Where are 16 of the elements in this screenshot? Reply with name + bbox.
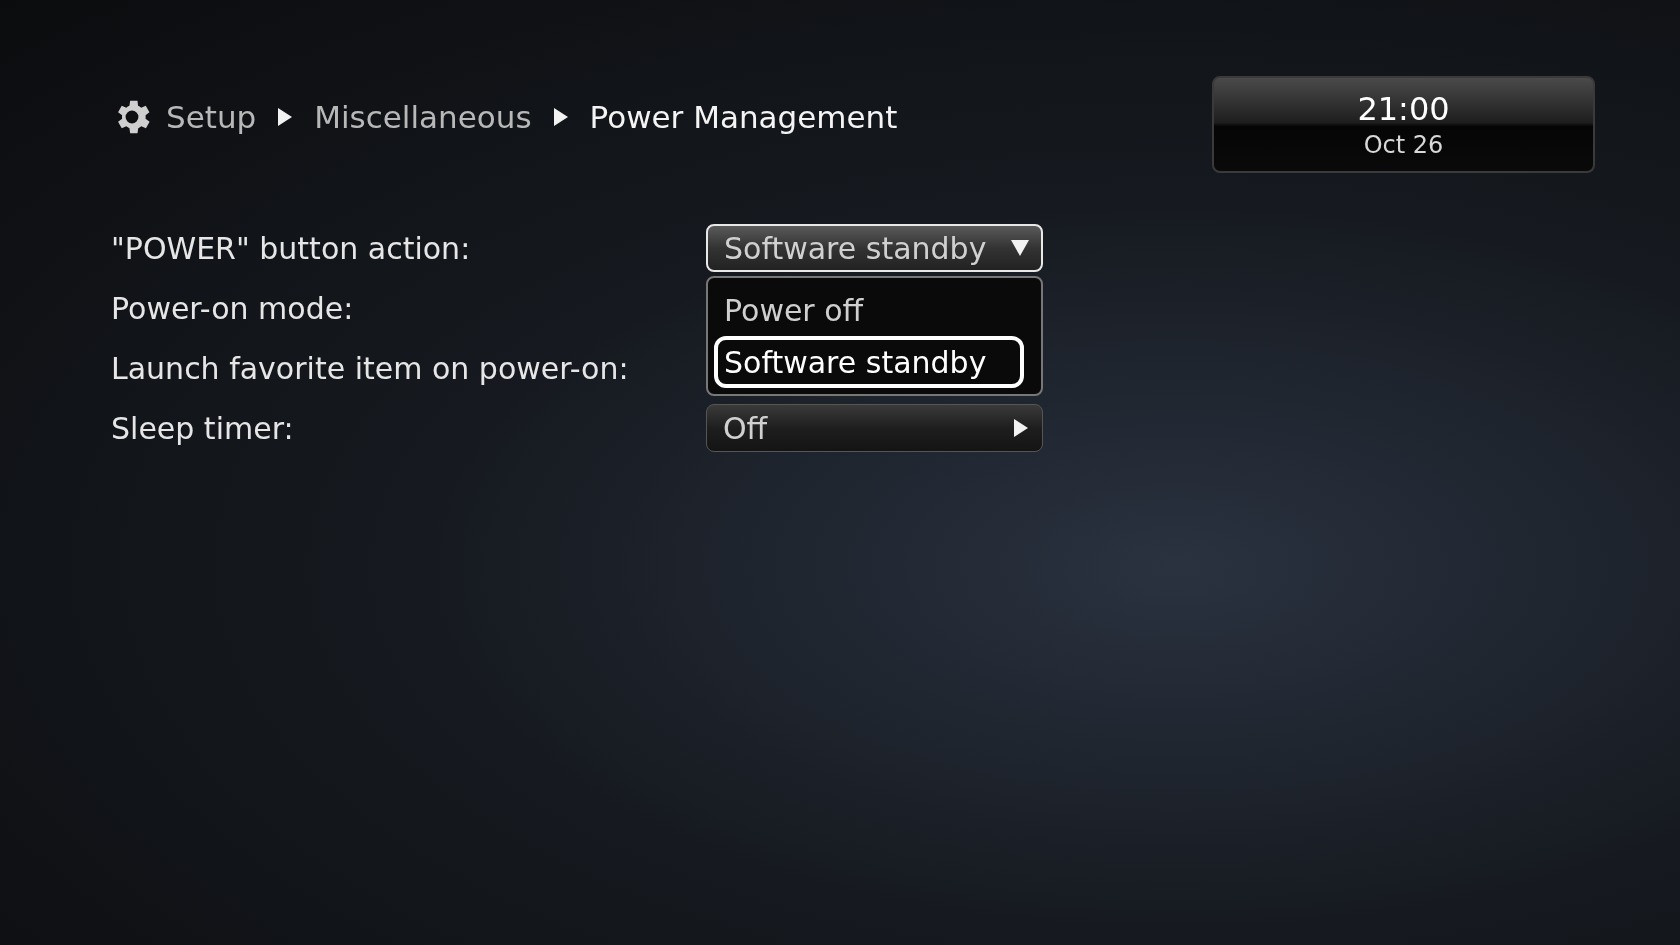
clock-date: Oct 26 bbox=[1363, 129, 1444, 161]
submenu-field[interactable]: Off bbox=[706, 404, 1043, 452]
setting-label: Power-on mode: bbox=[111, 289, 355, 328]
clock-time: 21:00 bbox=[1357, 88, 1450, 129]
dropdown[interactable]: Software standby bbox=[706, 224, 1043, 272]
setting-label: Sleep timer: bbox=[111, 409, 295, 448]
dropdown-arrow-icon bbox=[1011, 238, 1029, 258]
chevron-icon bbox=[551, 107, 570, 127]
breadcrumb-item[interactable]: Setup bbox=[166, 93, 257, 141]
arrow-right-icon bbox=[1012, 418, 1030, 438]
breadcrumb-item[interactable]: Miscellaneous bbox=[314, 93, 532, 141]
breadcrumb-item[interactable]: Power Management bbox=[589, 93, 898, 141]
setting-label: "POWER" button action: bbox=[111, 229, 472, 268]
dropdown-option[interactable]: Software standby bbox=[714, 336, 1024, 388]
setting-label: Launch favorite item on power-on: bbox=[111, 349, 630, 388]
dropdown-option[interactable]: Power off bbox=[714, 284, 1024, 336]
